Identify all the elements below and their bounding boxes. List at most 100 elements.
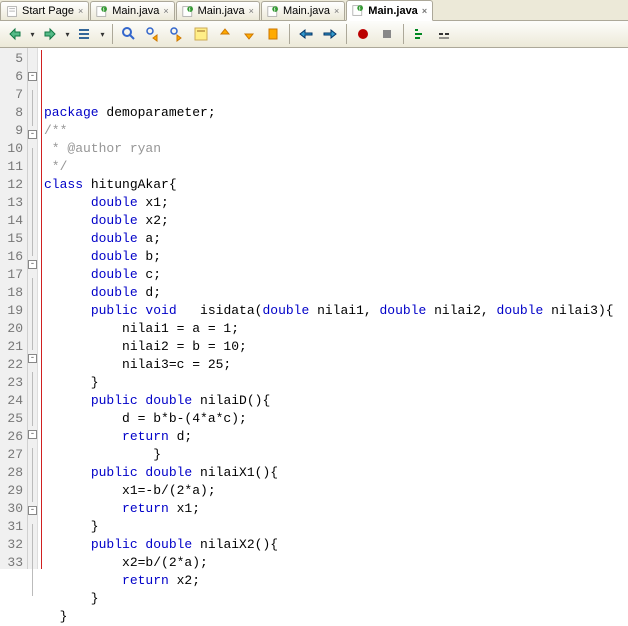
fold-guide bbox=[32, 466, 33, 484]
separator bbox=[403, 24, 404, 44]
code-line[interactable]: double b; bbox=[44, 248, 628, 266]
line-number: 20 bbox=[2, 320, 23, 338]
dropdown-icon[interactable]: ▾ bbox=[98, 30, 107, 39]
fold-guide bbox=[32, 202, 33, 220]
line-number: 5 bbox=[2, 50, 23, 68]
code-line[interactable]: public void isidata(double nilai1, doubl… bbox=[44, 302, 628, 320]
code-editor[interactable]: 5678910111213141516171819202122232425262… bbox=[0, 48, 628, 569]
close-icon[interactable]: × bbox=[78, 6, 83, 16]
code-area[interactable]: package demoparameter;/** * @author ryan… bbox=[38, 48, 628, 569]
fold-toggle-icon[interactable]: - bbox=[28, 430, 37, 439]
shift-right-button[interactable] bbox=[319, 23, 341, 45]
fold-toggle-icon[interactable]: - bbox=[28, 130, 37, 139]
fold-guide bbox=[32, 578, 33, 596]
bookmark-next-button[interactable] bbox=[238, 23, 260, 45]
dropdown-icon[interactable]: ▾ bbox=[63, 30, 72, 39]
page-icon bbox=[6, 5, 19, 18]
tab-0[interactable]: Start Page× bbox=[0, 1, 89, 20]
fold-toggle-icon[interactable]: - bbox=[28, 506, 37, 515]
find-prev-button[interactable] bbox=[142, 23, 164, 45]
close-icon[interactable]: × bbox=[163, 6, 168, 16]
separator bbox=[289, 24, 290, 44]
forward-button[interactable] bbox=[39, 23, 61, 45]
dropdown-icon[interactable]: ▾ bbox=[28, 30, 37, 39]
highlight-button[interactable] bbox=[190, 23, 212, 45]
tab-label: Main.java bbox=[368, 5, 418, 17]
code-line[interactable]: } bbox=[44, 374, 628, 392]
code-line[interactable]: /** bbox=[44, 122, 628, 140]
code-line[interactable]: nilai3=c = 25; bbox=[44, 356, 628, 374]
line-number: 18 bbox=[2, 284, 23, 302]
code-line[interactable]: public double nilaiX2(){ bbox=[44, 536, 628, 554]
line-number: 15 bbox=[2, 230, 23, 248]
code-line[interactable]: public double nilaiX1(){ bbox=[44, 464, 628, 482]
line-number: 27 bbox=[2, 446, 23, 464]
code-line[interactable]: return d; bbox=[44, 428, 628, 446]
code-line[interactable]: return x2; bbox=[44, 572, 628, 590]
code-line[interactable]: double x2; bbox=[44, 212, 628, 230]
fold-guide bbox=[32, 332, 33, 350]
code-line[interactable]: x1=-b/(2*a); bbox=[44, 482, 628, 500]
code-line[interactable]: } bbox=[44, 608, 628, 626]
fold-toggle-icon[interactable]: - bbox=[28, 72, 37, 81]
stop-macro-button[interactable] bbox=[376, 23, 398, 45]
line-number: 25 bbox=[2, 410, 23, 428]
code-line[interactable]: */ bbox=[44, 158, 628, 176]
line-number: 30 bbox=[2, 500, 23, 518]
code-line[interactable]: double d; bbox=[44, 284, 628, 302]
code-line[interactable]: double a; bbox=[44, 230, 628, 248]
line-number: 28 bbox=[2, 464, 23, 482]
line-number: 26 bbox=[2, 428, 23, 446]
tab-1[interactable]: Main.java × bbox=[90, 1, 174, 20]
line-number: 24 bbox=[2, 392, 23, 410]
fold-gutter[interactable]: - - - - - - bbox=[28, 48, 38, 569]
tab-3[interactable]: Main.java× bbox=[261, 1, 345, 20]
back-button[interactable] bbox=[4, 23, 26, 45]
record-macro-button[interactable] bbox=[352, 23, 374, 45]
tab-4[interactable]: Main.java × bbox=[346, 0, 433, 21]
code-line[interactable]: * @author ryan bbox=[44, 140, 628, 158]
code-line[interactable]: double x1; bbox=[44, 194, 628, 212]
line-number: 14 bbox=[2, 212, 23, 230]
close-icon[interactable]: × bbox=[334, 6, 339, 16]
line-number: 9 bbox=[2, 122, 23, 140]
code-line[interactable]: } bbox=[44, 446, 628, 464]
java-file-icon bbox=[96, 5, 109, 18]
code-line[interactable]: nilai2 = b = 10; bbox=[44, 338, 628, 356]
close-icon[interactable]: × bbox=[249, 6, 254, 16]
code-line[interactable]: class hitungAkar{ bbox=[44, 176, 628, 194]
code-line[interactable]: nilai1 = a = 1; bbox=[44, 320, 628, 338]
line-number: 13 bbox=[2, 194, 23, 212]
fold-guide bbox=[32, 220, 33, 238]
fold-guide bbox=[32, 542, 33, 560]
find-next-button[interactable] bbox=[166, 23, 188, 45]
code-line[interactable]: return x1; bbox=[44, 500, 628, 518]
fold-toggle-icon[interactable]: - bbox=[28, 260, 37, 269]
close-icon[interactable]: × bbox=[422, 6, 427, 16]
code-line[interactable]: package demoparameter; bbox=[44, 104, 628, 122]
line-number: 17 bbox=[2, 266, 23, 284]
code-line[interactable]: public double nilaiD(){ bbox=[44, 392, 628, 410]
code-line[interactable]: } bbox=[44, 518, 628, 536]
list-button[interactable] bbox=[74, 23, 96, 45]
bookmark-prev-button[interactable] bbox=[214, 23, 236, 45]
tab-bar: Start Page×Main.java×Main.java×Main.java… bbox=[0, 0, 628, 21]
tab-label: Main.java bbox=[112, 5, 159, 17]
code-line[interactable]: } bbox=[44, 590, 628, 608]
line-number: 11 bbox=[2, 158, 23, 176]
fold-guide bbox=[32, 524, 33, 542]
fold-guide bbox=[32, 148, 33, 166]
uncomment-button[interactable] bbox=[433, 23, 455, 45]
line-number-gutter: 5678910111213141516171819202122232425262… bbox=[0, 48, 28, 569]
code-line[interactable]: d = b*b-(4*a*c); bbox=[44, 410, 628, 428]
line-number: 29 bbox=[2, 482, 23, 500]
fold-toggle-icon[interactable]: - bbox=[28, 354, 37, 363]
code-line[interactable]: double c; bbox=[44, 266, 628, 284]
fold-guide bbox=[32, 166, 33, 184]
shift-left-button[interactable] bbox=[295, 23, 317, 45]
tab-2[interactable]: Main.java× bbox=[176, 1, 260, 20]
comment-button[interactable] bbox=[409, 23, 431, 45]
bookmark-toggle-button[interactable] bbox=[262, 23, 284, 45]
code-line[interactable]: x2=b/(2*a); bbox=[44, 554, 628, 572]
find-button[interactable] bbox=[118, 23, 140, 45]
